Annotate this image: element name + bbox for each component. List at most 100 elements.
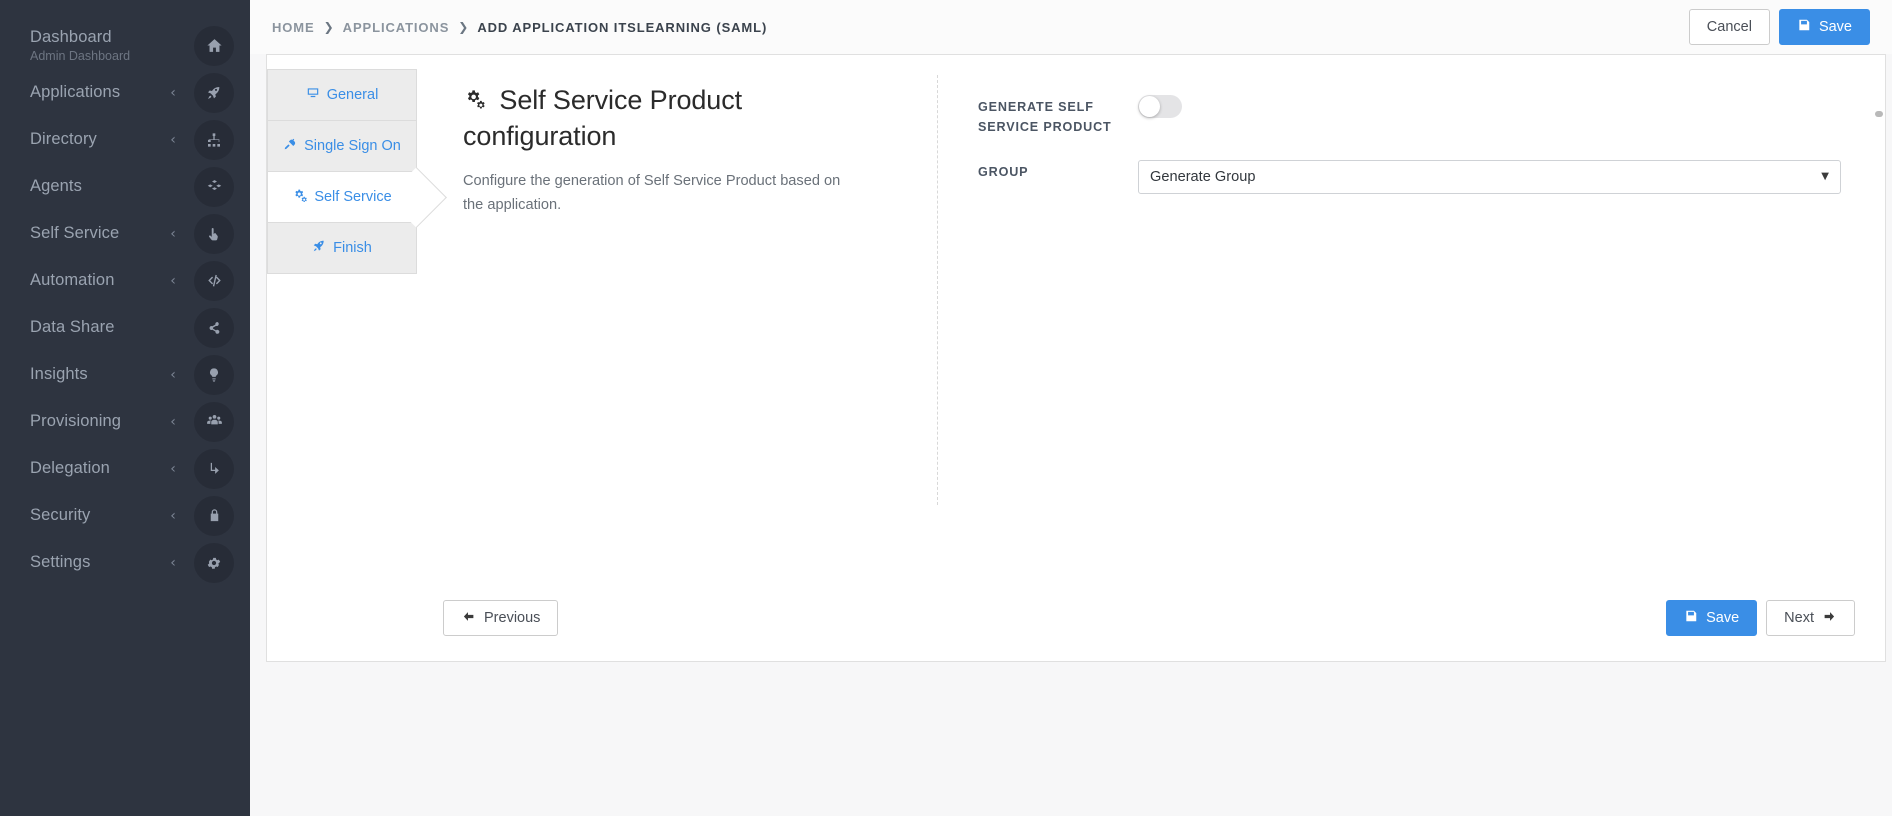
sidebar-label-wrap: Data Share bbox=[0, 318, 162, 337]
next-button-label: Next bbox=[1784, 610, 1814, 626]
content-columns: Self Service Product configuration Confi… bbox=[417, 75, 1885, 505]
floppy-disk-icon bbox=[1684, 609, 1698, 627]
main-area: HOME ❯ APPLICATIONS ❯ ADD APPLICATION IT… bbox=[250, 0, 1892, 816]
sidebar-item-label: Insights bbox=[30, 365, 88, 383]
generate-self-service-product-toggle[interactable] bbox=[1138, 95, 1182, 118]
save-button-bottom-label: Save bbox=[1706, 610, 1740, 626]
floppy-disk-icon bbox=[1797, 18, 1811, 36]
sidebar-item-label: Delegation bbox=[30, 459, 110, 477]
arrow-right-icon bbox=[1822, 610, 1837, 627]
share-icon bbox=[194, 307, 234, 348]
arrow-left-icon bbox=[461, 610, 476, 627]
chevron-left-icon: ‹ bbox=[170, 84, 176, 101]
sidebar-item-label: Agents bbox=[30, 177, 82, 195]
cogs-icon bbox=[463, 85, 492, 115]
sitemap-icon bbox=[194, 119, 234, 160]
lock-icon bbox=[194, 495, 234, 536]
save-button-top[interactable]: Save bbox=[1778, 9, 1870, 45]
chevron-left-icon: ‹ bbox=[170, 366, 176, 383]
sidebar-item-label: Applications bbox=[30, 83, 121, 101]
rocket-icon bbox=[194, 72, 234, 113]
chevron-left-icon: ‹ bbox=[170, 413, 176, 430]
sidebar-item-label: Self Service bbox=[30, 224, 120, 242]
level-down-icon bbox=[194, 448, 234, 489]
sidebar-label-wrap: Provisioning bbox=[0, 412, 162, 431]
sidebar-item-insights[interactable]: Insights ‹ bbox=[0, 351, 250, 398]
group-select-value: Generate Group bbox=[1150, 168, 1256, 185]
sidebar-label-wrap: Delegation bbox=[0, 459, 162, 478]
next-button[interactable]: Next bbox=[1766, 600, 1855, 636]
form-row-group: GROUP Generate Group ▼ bbox=[978, 159, 1841, 194]
group-select[interactable]: Generate Group ▼ bbox=[1138, 159, 1841, 194]
wizard-panel: General Single Sign On Self Service Fini… bbox=[266, 54, 1886, 662]
breadcrumb-item-home[interactable]: HOME bbox=[272, 20, 315, 35]
chevron-right-icon: ❯ bbox=[458, 20, 469, 34]
sidebar-item-dashboard[interactable]: Dashboard Admin Dashboard bbox=[0, 22, 250, 69]
chevron-right-icon: ❯ bbox=[323, 20, 334, 34]
generate-self-service-product-control bbox=[1138, 95, 1841, 123]
sidebar-label-wrap: Agents bbox=[0, 177, 162, 196]
sidebar: Dashboard Admin Dashboard Applications ‹… bbox=[0, 0, 250, 816]
desktop-icon bbox=[306, 86, 320, 104]
wizard-step-finish[interactable]: Finish bbox=[267, 222, 417, 274]
sidebar-label-wrap: Insights bbox=[0, 365, 162, 384]
wizard-step-general[interactable]: General bbox=[267, 69, 417, 121]
sidebar-label-wrap: Self Service bbox=[0, 224, 162, 243]
app-root: Dashboard Admin Dashboard Applications ‹… bbox=[0, 0, 1892, 816]
code-icon bbox=[194, 260, 234, 301]
sidebar-item-self-service[interactable]: Self Service ‹ bbox=[0, 210, 250, 257]
breadcrumb-item-applications[interactable]: APPLICATIONS bbox=[343, 20, 450, 35]
sidebar-item-applications[interactable]: Applications ‹ bbox=[0, 69, 250, 116]
cogs-icon bbox=[292, 188, 308, 207]
sidebar-item-delegation[interactable]: Delegation ‹ bbox=[0, 445, 250, 492]
footer-actions-right: Save Next bbox=[1666, 600, 1855, 636]
sidebar-item-security[interactable]: Security ‹ bbox=[0, 492, 250, 539]
sidebar-item-sublabel: Admin Dashboard bbox=[30, 48, 131, 63]
rocket-icon bbox=[312, 239, 326, 257]
toggle-knob bbox=[1139, 96, 1160, 117]
page-description: Configure the generation of Self Service… bbox=[463, 173, 841, 213]
users-icon bbox=[194, 401, 234, 442]
chevron-left-icon: ‹ bbox=[170, 131, 176, 148]
home-icon bbox=[194, 25, 234, 66]
sidebar-label-wrap: Dashboard Admin Dashboard bbox=[0, 28, 162, 64]
previous-button-label: Previous bbox=[484, 610, 541, 626]
chevron-left-icon: ‹ bbox=[170, 225, 176, 242]
cubes-icon bbox=[194, 166, 234, 207]
cancel-button[interactable]: Cancel bbox=[1688, 9, 1770, 45]
sidebar-item-label: Dashboard bbox=[30, 27, 112, 46]
wizard-step-label: Finish bbox=[333, 240, 372, 256]
sidebar-item-data-share[interactable]: Data Share bbox=[0, 304, 250, 351]
sidebar-item-settings[interactable]: Settings ‹ bbox=[0, 539, 250, 586]
generate-self-service-product-label: GENERATE SELF SERVICE PRODUCT bbox=[978, 100, 1112, 134]
sidebar-label-wrap: Security bbox=[0, 506, 162, 525]
sidebar-item-directory[interactable]: Directory ‹ bbox=[0, 116, 250, 163]
topbar: HOME ❯ APPLICATIONS ❯ ADD APPLICATION IT… bbox=[250, 0, 1892, 54]
wizard-step-single-sign-on[interactable]: Single Sign On bbox=[267, 120, 417, 172]
sidebar-item-label: Provisioning bbox=[30, 412, 122, 430]
wizard-content: Self Service Product configuration Confi… bbox=[417, 55, 1885, 661]
chevron-left-icon: ‹ bbox=[170, 507, 176, 524]
breadcrumb: HOME ❯ APPLICATIONS ❯ ADD APPLICATION IT… bbox=[272, 20, 1689, 35]
save-button-bottom[interactable]: Save bbox=[1666, 600, 1758, 636]
wizard-step-label: Single Sign On bbox=[304, 138, 401, 154]
lightbulb-icon bbox=[194, 354, 234, 395]
sidebar-item-label: Directory bbox=[30, 130, 97, 148]
sidebar-item-label: Settings bbox=[30, 553, 91, 571]
save-button-top-label: Save bbox=[1818, 19, 1852, 35]
chevron-left-icon: ‹ bbox=[170, 272, 176, 289]
wizard-step-self-service[interactable]: Self Service bbox=[267, 171, 417, 223]
sidebar-item-automation[interactable]: Automation ‹ bbox=[0, 257, 250, 304]
sidebar-item-provisioning[interactable]: Provisioning ‹ bbox=[0, 398, 250, 445]
previous-button[interactable]: Previous bbox=[443, 600, 559, 636]
sidebar-label-wrap: Automation bbox=[0, 271, 162, 290]
page-title: Self Service Product configuration bbox=[463, 83, 897, 154]
plug-icon bbox=[283, 137, 297, 155]
wizard-step-list: General Single Sign On Self Service Fini… bbox=[267, 55, 417, 661]
group-control: Generate Group ▼ bbox=[1138, 159, 1841, 194]
page-title-text: Self Service Product configuration bbox=[463, 85, 743, 151]
form-row-generate-self-service-product: GENERATE SELF SERVICE PRODUCT bbox=[978, 95, 1841, 138]
form-column: GENERATE SELF SERVICE PRODUCT GROUP Gene… bbox=[938, 83, 1885, 505]
sidebar-item-agents[interactable]: Agents bbox=[0, 163, 250, 210]
sidebar-item-label: Automation bbox=[30, 271, 115, 289]
